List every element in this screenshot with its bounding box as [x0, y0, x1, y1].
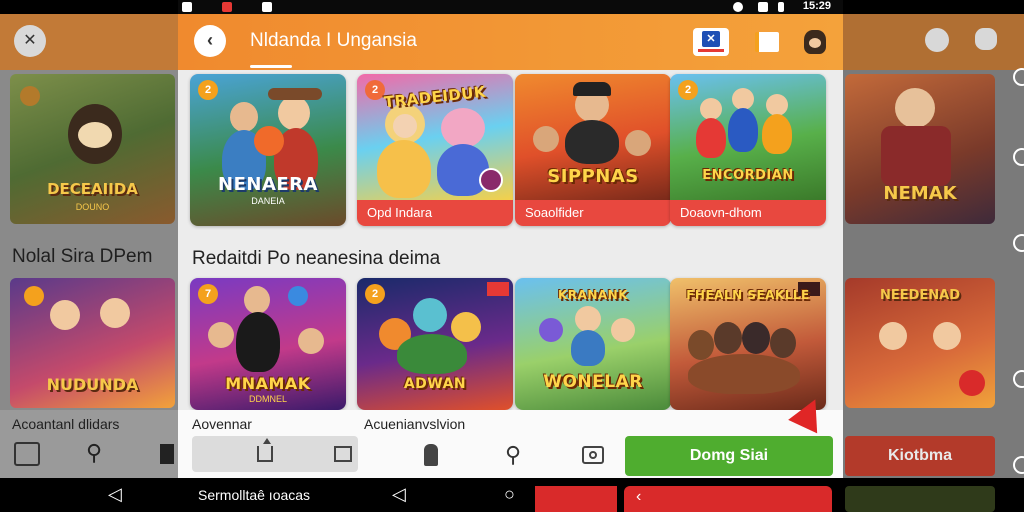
edit-icon[interactable]: [328, 439, 358, 469]
left-search-icon: ⚲: [86, 440, 103, 465]
card-badge: 2: [678, 80, 698, 100]
app-header: ‹ Nldanda I Ungansia ✕: [178, 14, 843, 70]
nav-back-icon[interactable]: ◁: [392, 484, 406, 505]
left-status-strip: [0, 0, 178, 14]
app-title: Nldanda I Ungansia: [250, 30, 417, 51]
card-badge: 7: [198, 284, 218, 304]
arrow-left-icon: ‹: [636, 488, 642, 505]
right-settings-icon: [975, 28, 997, 50]
notification-icon: [222, 2, 232, 12]
card-top-title: KRANANK: [558, 288, 628, 302]
right-avatar-icon: [925, 28, 949, 52]
back-button[interactable]: ‹: [194, 25, 226, 57]
left-tile-title: DECEAIIDA: [47, 180, 138, 198]
right-game-tile-2: NEEDENAD: [845, 278, 995, 408]
bottom-label-right: Acuenianvslvion: [364, 416, 466, 432]
game-card[interactable]: KRANANK WONELAR: [515, 278, 671, 410]
status-bar: 15:29: [178, 0, 843, 14]
right-tile-2-title: NEEDENAD: [879, 288, 961, 303]
content-area: 2 NENAERA DANEIA 2 TRADEIDUK Opd Indara: [178, 70, 843, 410]
card-title: NENAERA: [218, 174, 318, 195]
game-card[interactable]: 2 ADWAN: [357, 278, 513, 410]
right-game-tile: NEMAK: [845, 74, 995, 224]
book-icon[interactable]: [748, 24, 786, 60]
card-top-title: FHEALN SEAKLLE: [686, 288, 810, 302]
card-caption: Opd Indara: [357, 200, 513, 226]
card-subtitle: DANEIA: [251, 196, 285, 206]
left-bottombar: Acoantanl dlidars ⚲: [0, 410, 178, 480]
nav-red-block: [535, 486, 617, 512]
left-game-tile: DECEAIIDA DOUNO: [10, 74, 175, 224]
nav-back-icon[interactable]: ◁: [108, 484, 122, 505]
profile-icon[interactable]: [796, 24, 834, 60]
bottom-sheet: Aovennar Acuenianvslvion ⚲ Domg Siai: [178, 392, 843, 478]
edge-handle-icon: [1013, 68, 1024, 86]
bell-icon[interactable]: [416, 440, 446, 470]
card-caption: Doaovn-dhom: [670, 200, 826, 226]
search-icon[interactable]: ⚲: [498, 440, 528, 470]
left-section-heading: Nolal Sira DPem: [12, 246, 153, 267]
section-title: Redaitdi Po neanesina deima: [192, 248, 441, 269]
edge-handle-icon: [1013, 148, 1024, 166]
edge-handle-icon: [1013, 456, 1024, 474]
nav-home-icon[interactable]: ○: [504, 484, 515, 505]
tab-indicator: [250, 65, 292, 68]
share-icon[interactable]: [250, 438, 280, 469]
game-card[interactable]: 2 NENAERA DANEIA: [190, 74, 346, 226]
game-card[interactable]: FHEALN SEAKLLE: [670, 278, 826, 410]
screen: ✕ DECEAIIDA DOUNO Nolal Sira DPem NUDUND…: [0, 0, 1024, 512]
right-status-strip: [843, 0, 1024, 14]
nav-label: Sermolltaê ıoacas: [198, 487, 311, 503]
game-card[interactable]: 2 ENCORDIAN Doaovn-dhom: [670, 74, 826, 226]
card-badge: 2: [365, 284, 385, 304]
primary-action-button[interactable]: Domg Siai: [625, 436, 833, 476]
store-icon[interactable]: ✕: [692, 24, 730, 60]
game-card[interactable]: 2 TRADEIDUK Opd Indara: [357, 74, 513, 226]
right-bottom-button: Kiotbma: [845, 436, 995, 476]
right-flag-icon: [959, 370, 985, 396]
bottom-label-left: Aovennar: [192, 416, 252, 432]
notification-icon: [262, 2, 272, 12]
card-title: MNAMAK: [225, 374, 311, 393]
edge-handle-icon: [1013, 370, 1024, 388]
system-navbar: ◁ Sermolltaê ıoacas ◁ ○ ‹: [0, 478, 1024, 512]
battery-icon: [778, 2, 784, 12]
card-title: WONELAR: [543, 372, 643, 392]
card-caption: Soaolfider: [515, 200, 671, 226]
input-box[interactable]: [192, 436, 358, 472]
card-subtitle: DDMNEL: [248, 394, 287, 404]
nav-red-button[interactable]: ‹: [624, 486, 832, 512]
left-game-tile-2: NUDUNDA: [10, 278, 175, 408]
left-badge-icon: [160, 444, 174, 464]
clock: 15:29: [802, 0, 831, 12]
card-title: ENCORDIAN: [702, 168, 794, 183]
left-close-icon: ✕: [14, 25, 46, 57]
signal-icon: [758, 2, 768, 12]
background-right-panel: NEMAK NEEDENAD Kiotbma: [843, 0, 1024, 512]
game-card[interactable]: SIPPNAS Soaolfider: [515, 74, 671, 226]
edge-handle-icon: [1013, 234, 1024, 252]
left-bottom-label: Acoantanl dlidars: [12, 416, 120, 432]
notification-icon: [182, 2, 192, 12]
wifi-icon: [733, 2, 743, 12]
main-app-window: 15:29 ‹ Nldanda I Ungansia ✕ 2 NENAERA D…: [178, 0, 843, 512]
card-title: ADWAN: [403, 376, 467, 392]
left-tile-2-title: NUDUNDA: [46, 375, 139, 394]
left-tile-subtitle: DOUNO: [75, 202, 110, 212]
camera-icon[interactable]: [578, 440, 608, 470]
card-title: SIPPNAS: [547, 166, 639, 187]
background-left-panel: ✕ DECEAIIDA DOUNO Nolal Sira DPem NUDUND…: [0, 0, 178, 512]
game-card[interactable]: 7 MNAMAK DDMNEL: [190, 278, 346, 410]
nav-side-block: [845, 486, 995, 512]
left-appbar: ✕: [0, 12, 178, 70]
right-tile-title: NEMAK: [883, 183, 957, 204]
right-appbar: [843, 12, 1024, 70]
card-badge: 2: [198, 80, 218, 100]
left-tray-icon: [14, 442, 40, 466]
right-bottombar: Kiotbma: [843, 410, 1024, 480]
